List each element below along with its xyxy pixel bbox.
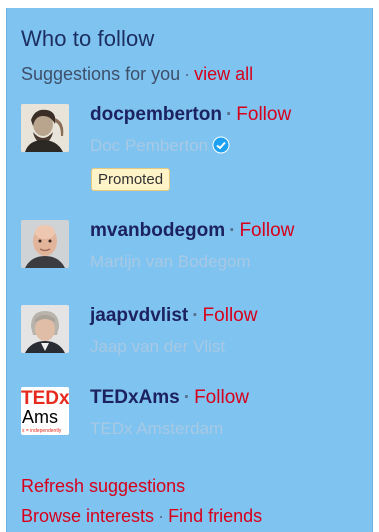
separator-dot: · (225, 104, 233, 125)
user-real-name: Jaap van der Vlist (90, 337, 226, 356)
separator-dot: · (183, 387, 191, 408)
separator-dot: · (229, 220, 236, 241)
suggestions-label: Suggestions for you (21, 64, 181, 84)
browse-interests-link[interactable]: Browse interests (21, 506, 154, 526)
footer-links-row: Browse interests · Find friends (21, 506, 262, 527)
ams-logo-text: Ams (22, 407, 58, 427)
who-to-follow-panel: Who to follow Suggestions for you · view a… (6, 8, 373, 532)
user-handle-link[interactable]: jaapvdvlist (90, 305, 188, 326)
follow-button[interactable]: Follow (239, 220, 294, 241)
promoted-badge: Promoted (91, 168, 171, 191)
tedx-logo-avatar-icon[interactable]: TEDx Ams x = independently (21, 387, 69, 435)
real-name-text: Doc Pemberton (90, 136, 209, 155)
separator-dot: · (158, 506, 165, 526)
user-name-line: mvanbodegom · Follow (90, 220, 294, 242)
user-handle-link[interactable]: TEDxAms (90, 387, 180, 408)
refresh-suggestions-link[interactable]: Refresh suggestions (21, 476, 185, 497)
user-name-line: jaapvdvlist · Follow (90, 305, 257, 327)
separator-dot: · (184, 64, 191, 84)
widget-subtitle: Suggestions for you · view all (21, 64, 253, 85)
user-name-line: docpemberton · Follow (90, 104, 291, 126)
user-real-name: Doc Pemberton (90, 136, 230, 156)
view-all-link[interactable]: view all (194, 64, 253, 84)
find-friends-link[interactable]: Find friends (168, 506, 262, 526)
user-name-line: TEDxAms · Follow (90, 387, 249, 409)
tedx-logo-text: TEDx (21, 388, 69, 409)
follow-button[interactable]: Follow (203, 305, 258, 326)
user-handle-link[interactable]: mvanbodegom (90, 220, 225, 241)
separator-dot: · (192, 305, 199, 326)
bald-man-avatar-icon[interactable] (21, 220, 69, 268)
follow-button[interactable]: Follow (236, 104, 291, 125)
verified-badge-icon (212, 136, 230, 154)
independently-logo-text: x = independently (22, 428, 62, 434)
user-handle-link[interactable]: docpemberton (90, 104, 222, 125)
user-real-name: TEDx Amsterdam (90, 419, 224, 438)
vintage-portrait-avatar-icon[interactable] (21, 104, 69, 152)
grey-haired-man-avatar-icon[interactable] (21, 305, 69, 353)
user-real-name: Martijn van Bodegom (90, 252, 251, 271)
widget-title: Who to follow (21, 26, 155, 51)
follow-button[interactable]: Follow (194, 387, 249, 408)
